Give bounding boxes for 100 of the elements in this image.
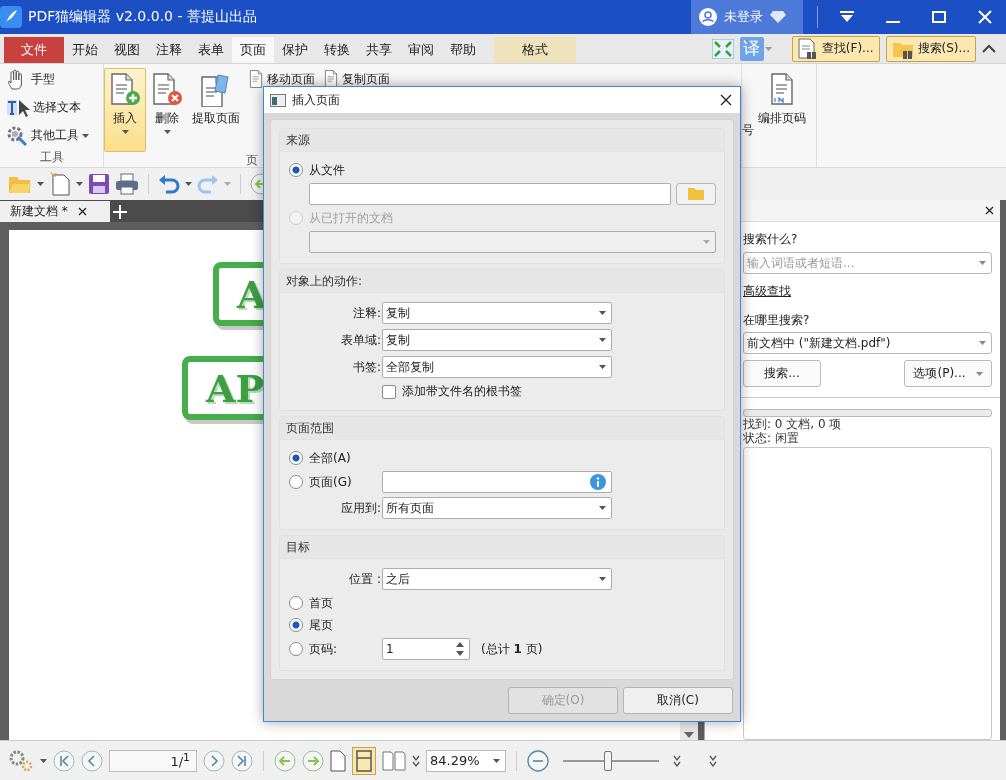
gears-icon[interactable] <box>8 748 34 773</box>
app-logo-icon <box>0 6 22 28</box>
last-page-icon[interactable] <box>231 749 253 772</box>
page-total: (总计 1 页) <box>481 640 543 658</box>
group-label: 工具 <box>39 149 64 166</box>
find-button[interactable]: 查找(F)... <box>791 35 880 62</box>
print-icon[interactable] <box>115 173 139 195</box>
field-label: 在哪里搜索? <box>743 312 811 329</box>
document-tab[interactable]: 新建文档 * <box>0 201 110 222</box>
page-range-field[interactable] <box>382 471 612 493</box>
double-chevron-icon[interactable] <box>412 754 420 767</box>
advanced-search-link[interactable]: 高级查找 <box>743 283 791 300</box>
tool-label[interactable]: 手型 <box>31 71 55 88</box>
close-icon[interactable] <box>985 206 994 215</box>
diamond-icon <box>770 11 786 23</box>
radio-button[interactable] <box>289 596 303 610</box>
ribbon-tab[interactable]: 视图 <box>106 37 148 63</box>
maximize-icon[interactable] <box>932 11 946 23</box>
dropdown[interactable]: 全部复制 <box>382 356 612 378</box>
page-number-field[interactable]: 1/$^{1}$ <box>109 749 197 772</box>
ribbon-tab[interactable]: 格式 <box>494 37 576 63</box>
radio-button[interactable] <box>289 642 303 656</box>
first-page-icon[interactable] <box>53 749 75 772</box>
caret-icon <box>975 371 983 376</box>
dropdown[interactable]: 复制 <box>382 302 612 324</box>
caret-icon <box>979 341 986 345</box>
file-path-field[interactable] <box>309 183 672 205</box>
caret-icon <box>599 311 606 315</box>
user-account[interactable]: 未登录 <box>691 0 803 34</box>
section-heading: 页面范围 <box>286 419 334 437</box>
page-add-icon <box>109 73 141 107</box>
dropdown[interactable]: 复制 <box>382 329 612 351</box>
single-page-icon[interactable] <box>330 749 346 772</box>
tool-label[interactable]: 其他工具 <box>31 127 79 144</box>
ribbon-tab[interactable]: 注释 <box>148 37 190 63</box>
close-icon[interactable] <box>720 94 732 106</box>
ribbon-tab[interactable]: 开始 <box>64 37 106 63</box>
new-file-icon[interactable] <box>49 172 71 196</box>
scroll-down-icon[interactable] <box>684 732 694 738</box>
ribbon-button[interactable]: 插入 <box>104 68 146 152</box>
ribbon-button[interactable]: 提取页面 <box>188 68 244 152</box>
group-label: 页 <box>246 152 258 169</box>
ribbon-tab[interactable]: 保护 <box>274 37 316 63</box>
slider-thumb[interactable] <box>604 750 613 771</box>
continuous-view-button[interactable] <box>352 746 376 775</box>
radio-label: 全部(A) <box>309 449 351 467</box>
ribbon-tab[interactable]: 审阅 <box>400 37 442 63</box>
ribbon-tab[interactable]: 帮助 <box>442 37 484 63</box>
radio-button[interactable] <box>289 475 303 489</box>
radio-button[interactable] <box>289 163 303 177</box>
user-avatar-icon <box>699 8 717 26</box>
fullscreen-icon[interactable] <box>711 38 734 59</box>
ribbon-button[interactable]: 删除 <box>146 68 188 152</box>
field-label: 书签: <box>351 358 381 376</box>
ribbon-tab[interactable]: 共享 <box>358 37 400 63</box>
double-chevron-icon[interactable] <box>673 754 681 767</box>
checkbox[interactable] <box>382 384 396 399</box>
search-input[interactable]: 输入词语或者短语... <box>747 256 979 270</box>
radio-button[interactable] <box>289 618 303 632</box>
section-heading: 来源 <box>286 131 310 149</box>
ribbon-tab[interactable]: 转换 <box>316 37 358 63</box>
options-button[interactable]: 选项(P)... <box>904 360 992 387</box>
dropdown-icon[interactable] <box>840 11 854 23</box>
undo-icon[interactable] <box>158 174 180 194</box>
field-label: 表单域: <box>339 331 381 349</box>
field-label: 搜索什么? <box>743 231 799 248</box>
ribbon-tab[interactable]: 文件 <box>4 37 64 63</box>
ribbon-tab[interactable]: 表单 <box>190 37 232 63</box>
field-label: 位置 : <box>348 570 381 588</box>
search-field[interactable]: 输入词语或者短语... <box>743 252 992 274</box>
zoom-out-icon[interactable] <box>527 749 549 772</box>
dropdown[interactable]: 之后 <box>382 568 612 590</box>
ribbon-button[interactable]: 编排页码 <box>754 68 810 152</box>
browse-button[interactable] <box>676 183 716 205</box>
two-pages-icon[interactable] <box>382 750 406 771</box>
ribbon-tab[interactable]: 页面 <box>232 37 274 63</box>
close-icon[interactable] <box>77 207 87 216</box>
dialog-button[interactable]: 取消(C) <box>623 687 733 714</box>
search-button[interactable]: 搜索(S)... <box>885 35 976 62</box>
zoom-dropdown[interactable]: 84.29% <box>426 749 506 772</box>
page-number-spinner[interactable]: 1 <box>382 638 470 660</box>
window-title: PDF猫编辑器 v2.0.0.0 - 菩提山出品 <box>28 8 258 26</box>
next-page-icon[interactable] <box>203 749 225 772</box>
tool-label[interactable]: 选择文本 <box>33 99 81 116</box>
dialog-title: 插入页面 <box>292 91 341 109</box>
collapse-ribbon-icon[interactable] <box>982 43 996 54</box>
ribbon-small-button[interactable]: 移动页面 <box>248 69 315 89</box>
radio-button[interactable] <box>289 451 303 465</box>
login-status: 未登录 <box>724 8 763 26</box>
caret-icon <box>37 182 44 186</box>
page-delete-icon <box>151 73 183 107</box>
dropdown[interactable]: 所有页面 <box>382 497 612 519</box>
caret-icon <box>76 182 83 186</box>
previous-page-icon[interactable] <box>81 749 103 772</box>
section-heading: 对象上的动作: <box>286 272 363 290</box>
document-dropdown[interactable] <box>309 231 716 253</box>
save-icon[interactable] <box>88 173 110 195</box>
scope-dropdown[interactable]: 前文档中 ("新建文档.pdf") <box>743 332 992 354</box>
window-icon <box>270 93 286 107</box>
search-button[interactable]: 搜索... <box>743 360 821 387</box>
